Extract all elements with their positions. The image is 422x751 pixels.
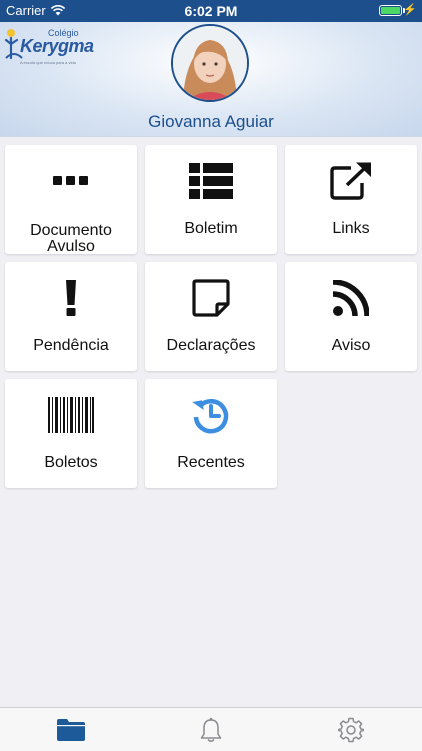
tile-label: Boletos: [44, 454, 98, 471]
ellipsis-icon: [5, 159, 137, 203]
history-icon: [145, 393, 277, 437]
profile-header: Colégio Kerygma A escola que educa para …: [0, 22, 422, 137]
tab-settings[interactable]: [335, 716, 367, 744]
tile-declaracoes[interactable]: Declarações: [145, 262, 277, 371]
tile-label: Links: [332, 220, 370, 237]
tile-pendencia[interactable]: Pendência: [5, 262, 137, 371]
list-icon: [145, 159, 277, 203]
avatar[interactable]: [171, 24, 249, 102]
tile-label: Boletim: [184, 220, 238, 237]
tile-documento-avulso[interactable]: Documento Avulso: [5, 145, 137, 255]
tab-bar: [0, 707, 422, 751]
status-bar: Carrier 6:02 PM ⚡: [0, 0, 422, 22]
tile-recentes[interactable]: Recentes: [145, 379, 277, 488]
clock: 6:02 PM: [184, 3, 238, 19]
logo-name: Kerygma: [20, 36, 94, 56]
gear-icon: [338, 717, 364, 743]
folder-icon: [57, 719, 85, 741]
external-link-icon: [285, 159, 417, 203]
tile-label: Aviso: [331, 337, 371, 354]
tile-label: Recentes: [177, 454, 245, 471]
bell-icon: [200, 717, 222, 742]
tab-notifications[interactable]: [195, 716, 227, 744]
tile-label: Documento Avulso: [30, 222, 112, 255]
tile-boletim[interactable]: Boletim: [145, 145, 277, 254]
tile-label: Pendência: [33, 337, 109, 354]
tile-links[interactable]: Links: [285, 145, 417, 254]
exclamation-icon: [5, 276, 137, 320]
tile-label: Declarações: [166, 337, 256, 354]
tile-aviso[interactable]: Aviso: [285, 262, 417, 371]
logo-tagline: A escola que educa para a vida: [20, 60, 76, 65]
battery-icon: [379, 5, 402, 16]
user-name: Giovanna Aguiar: [148, 112, 274, 131]
school-logo: Colégio Kerygma A escola que educa para …: [4, 26, 94, 72]
barcode-icon: [5, 393, 137, 437]
note-icon: [145, 276, 277, 320]
charging-icon: ⚡: [403, 4, 417, 16]
tile-boletos[interactable]: Boletos: [5, 379, 137, 488]
tab-documents[interactable]: [55, 716, 87, 744]
rss-icon: [285, 276, 417, 320]
